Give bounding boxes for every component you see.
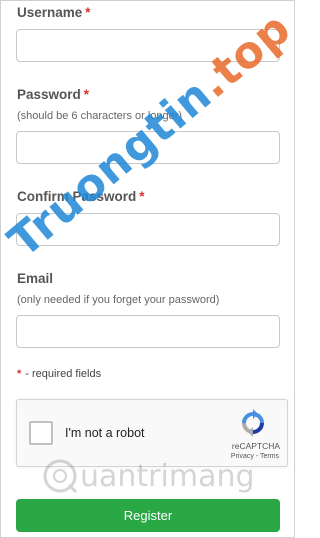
recaptcha-logo-icon bbox=[242, 409, 264, 437]
recaptcha-checkbox[interactable] bbox=[29, 421, 53, 445]
recaptcha-terms-link[interactable]: Terms bbox=[260, 453, 279, 460]
required-fields-note: * - required fields bbox=[17, 368, 102, 380]
email-label: Email bbox=[17, 271, 54, 286]
email-hint: (only needed if you forget your password… bbox=[17, 294, 220, 306]
recaptcha-label: I'm not a robot bbox=[65, 426, 145, 440]
register-button[interactable]: Register bbox=[16, 499, 280, 532]
password-label: Password * bbox=[17, 87, 90, 102]
watermark-quantrimang: uantrimang bbox=[42, 456, 255, 496]
required-asterisk: * bbox=[17, 368, 22, 380]
required-asterisk: * bbox=[139, 189, 145, 204]
required-asterisk: * bbox=[83, 87, 90, 102]
username-label: Username * bbox=[17, 5, 91, 20]
email-input[interactable] bbox=[16, 315, 280, 348]
recaptcha-brand: reCAPTCHA bbox=[231, 441, 281, 451]
required-asterisk: * bbox=[85, 5, 91, 20]
watermark-logo-icon bbox=[43, 459, 78, 494]
recaptcha-links-separator: - bbox=[255, 453, 259, 460]
